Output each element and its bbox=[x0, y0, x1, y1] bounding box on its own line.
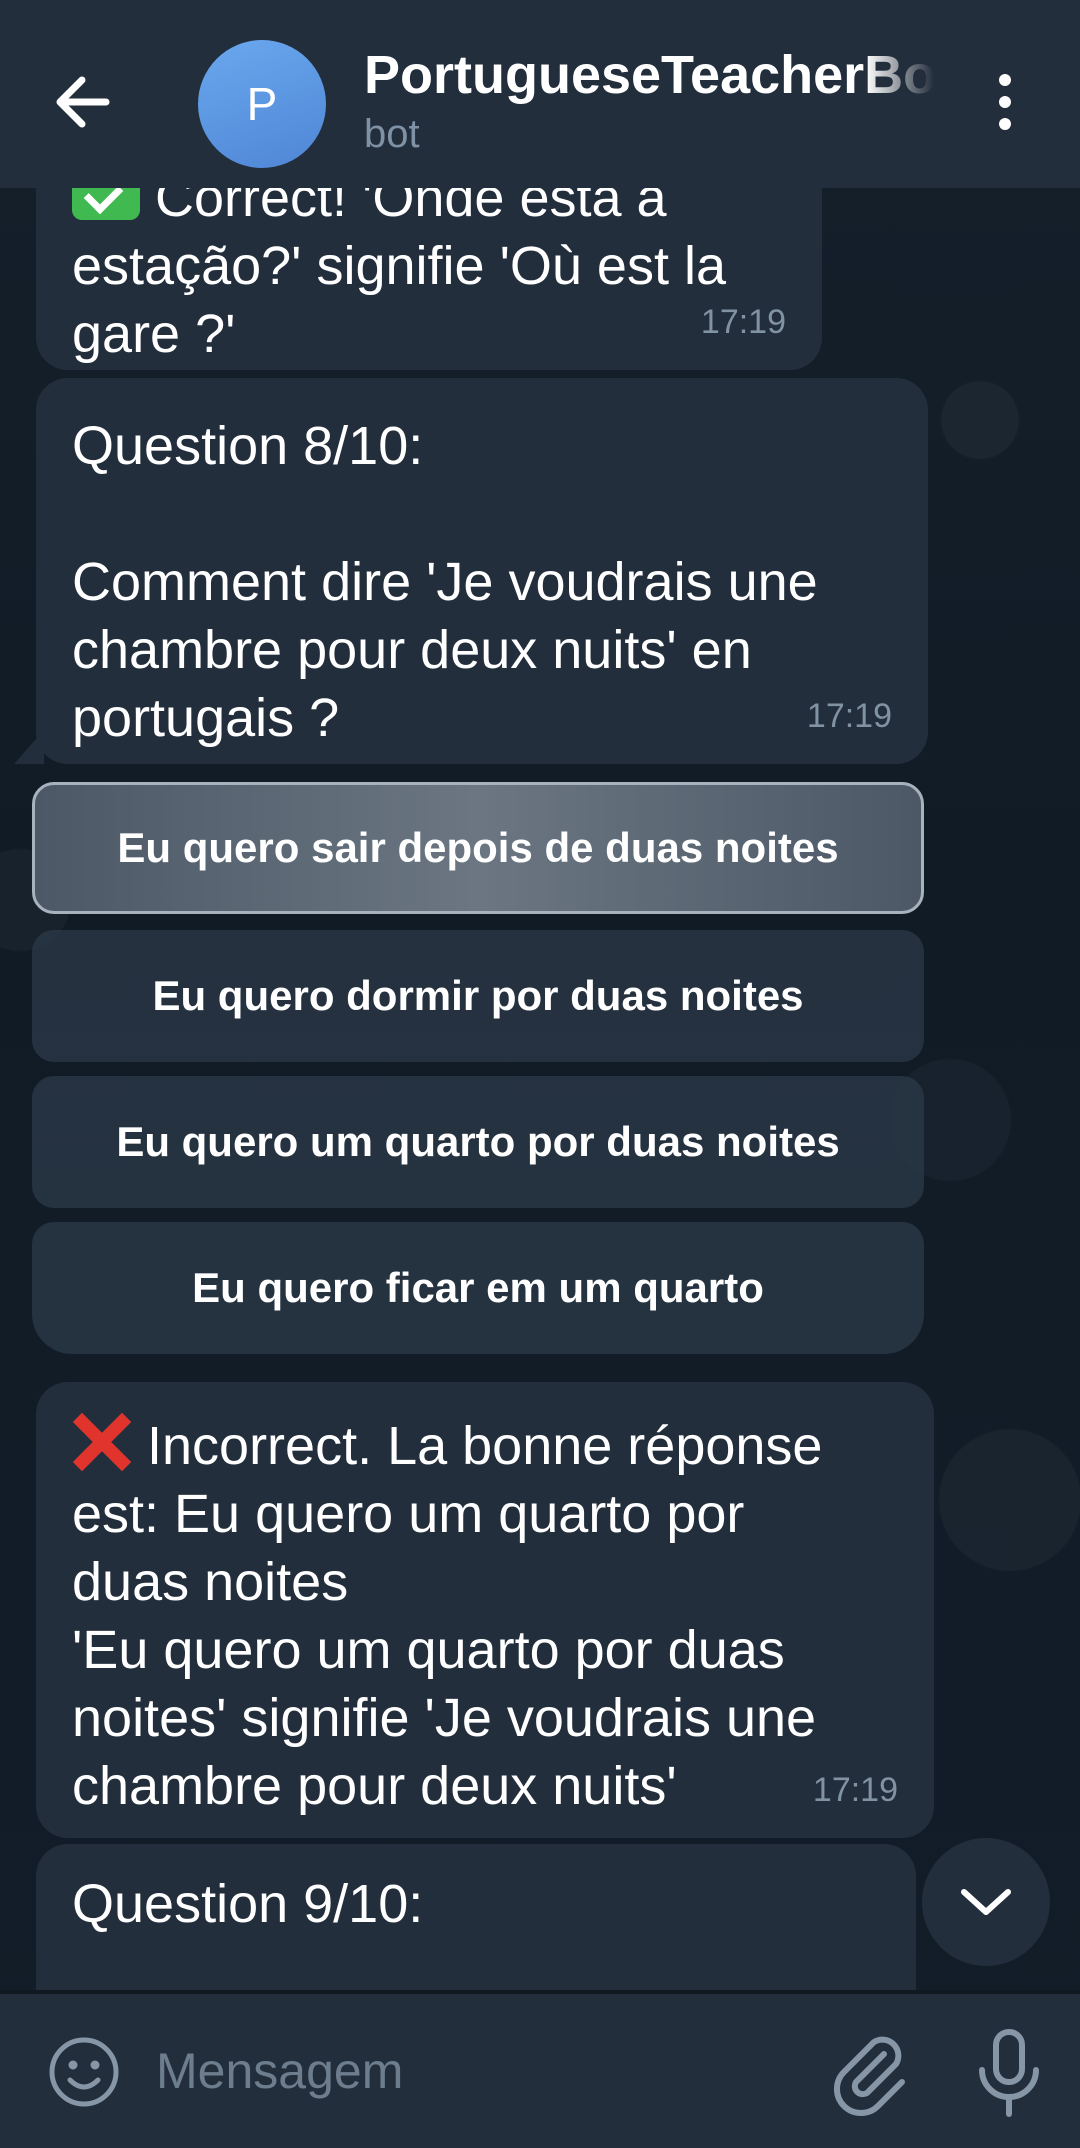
message-body: Incorrect. La bonne réponse est: Eu quer… bbox=[72, 1416, 823, 1816]
message-time: 17:19 bbox=[806, 697, 892, 735]
chat-subtitle: bot bbox=[364, 112, 420, 156]
message-text: estação?' signifie 'Où est la gare ?' bbox=[72, 236, 726, 364]
paperclip-icon[interactable] bbox=[822, 2024, 918, 2120]
message-text: Question 8/10: Comment dire 'Je voudrais… bbox=[72, 416, 818, 748]
answer-option-1[interactable]: Eu quero sair depois de duas noites bbox=[32, 782, 924, 914]
more-vertical-icon[interactable] bbox=[990, 70, 1020, 134]
arrow-left-icon[interactable] bbox=[40, 62, 126, 142]
answer-option-2[interactable]: Eu quero dormir por duas noites bbox=[32, 930, 924, 1062]
message-bubble[interactable]: Question 8/10: Comment dire 'Je voudrais… bbox=[36, 378, 928, 764]
answer-option-4[interactable]: Eu quero ficar em um quarto bbox=[32, 1222, 924, 1354]
chevron-down-icon bbox=[961, 1889, 1011, 1915]
cross-mark-emoji bbox=[72, 1412, 132, 1472]
message-input[interactable] bbox=[154, 2034, 798, 2108]
message-text: Question 9/10: bbox=[72, 1874, 424, 1934]
answer-option-3[interactable]: Eu quero um quarto por duas noites bbox=[32, 1076, 924, 1208]
chat-header: P PortugueseTeacherBot bot bbox=[0, 0, 1080, 188]
message-bubble[interactable]: Incorrect. La bonne réponse est: Eu quer… bbox=[36, 1382, 934, 1838]
message-time: 17:19 bbox=[700, 303, 786, 341]
smiley-icon[interactable] bbox=[46, 2034, 122, 2110]
scroll-down-button[interactable] bbox=[922, 1838, 1050, 1966]
microphone-icon[interactable] bbox=[974, 2026, 1044, 2122]
chat-title[interactable]: PortugueseTeacherBot bbox=[364, 44, 934, 106]
avatar-letter: P bbox=[246, 78, 278, 130]
avatar[interactable]: P bbox=[198, 40, 326, 168]
message-text: Incorrect. La bonne réponse est: Eu quer… bbox=[72, 1412, 898, 1820]
message-time: 17:19 bbox=[812, 1771, 898, 1809]
message-composer bbox=[0, 1994, 1080, 2148]
